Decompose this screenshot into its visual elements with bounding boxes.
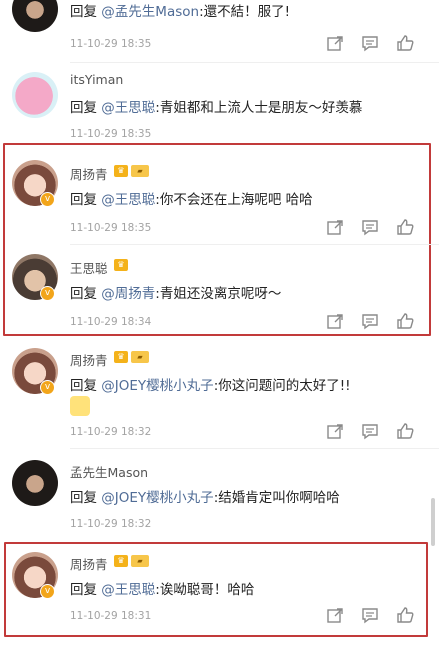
reply-prefix: 回复 bbox=[70, 378, 97, 394]
username[interactable]: 周扬青 bbox=[70, 164, 108, 183]
username[interactable]: 孟先生Mason bbox=[70, 462, 148, 481]
mention-link[interactable]: @孟先生Mason bbox=[101, 4, 199, 20]
comment-5: v 周扬青 ♛ ▰ 回复 @JOEY樱桃小丸子:你这问题问的太好了!! 11-1… bbox=[0, 346, 439, 450]
action-bar bbox=[326, 312, 414, 330]
timestamp: 11-10-29 18:31 bbox=[70, 610, 152, 622]
scrollbar[interactable] bbox=[431, 498, 435, 546]
mention-link[interactable]: @王思聪 bbox=[101, 192, 155, 208]
crown-badge-icon: ♛ bbox=[114, 259, 128, 271]
crown-badge-icon: ♛ bbox=[114, 555, 128, 567]
user-badges: ♛ ▰ bbox=[114, 165, 149, 177]
comment-4: v 王思聪 ♛ 回复 @周扬青:青姐还没离京呢呀～ 11-10-29 18:34 bbox=[0, 252, 439, 332]
divider bbox=[70, 244, 439, 245]
comment-icon[interactable] bbox=[361, 606, 379, 624]
comment-body: :青姐还没离京呢呀～ bbox=[155, 286, 282, 302]
reply-prefix: 回复 bbox=[70, 100, 97, 116]
repost-icon[interactable] bbox=[326, 422, 344, 440]
username[interactable]: itsYiman bbox=[70, 72, 123, 87]
timestamp: 11-10-29 18:35 bbox=[70, 222, 152, 234]
repost-icon[interactable] bbox=[326, 312, 344, 330]
mention-link[interactable]: @王思聪 bbox=[101, 582, 155, 598]
user-badges: ♛ ▰ bbox=[114, 555, 149, 567]
verified-badge-icon: v bbox=[40, 584, 55, 599]
repost-icon[interactable] bbox=[326, 606, 344, 624]
comment-text: 回复 @王思聪:青姐都和上流人士是朋友～好羡慕 bbox=[70, 96, 362, 116]
comment-icon[interactable] bbox=[361, 422, 379, 440]
mention-link[interactable]: @周扬青 bbox=[101, 286, 155, 302]
reply-prefix: 回复 bbox=[70, 192, 97, 208]
comment-text: 回复 @JOEY樱桃小丸子:你这问题问的太好了!! bbox=[70, 374, 351, 394]
reply-prefix: 回复 bbox=[70, 490, 97, 506]
comment-text: 回复 @王思聪:你不会还在上海呢吧 哈哈 bbox=[70, 188, 313, 208]
vip-badge-icon: ▰ bbox=[131, 555, 149, 567]
mention-link[interactable]: @JOEY樱桃小丸子 bbox=[101, 490, 213, 506]
mention-link[interactable]: @JOEY樱桃小丸子 bbox=[101, 378, 213, 394]
action-bar bbox=[326, 218, 414, 236]
timestamp: 11-10-29 18:34 bbox=[70, 316, 152, 328]
verified-badge-icon: v bbox=[40, 192, 55, 207]
crown-badge-icon: ♛ bbox=[114, 165, 128, 177]
user-badges: ♛ bbox=[114, 259, 128, 271]
comment-body: :你这问题问的太好了!! bbox=[213, 378, 351, 394]
comment-text: 回复 @JOEY樱桃小丸子:结婚肯定叫你啊哈哈 bbox=[70, 486, 340, 506]
comment-text: 回复 @孟先生Mason:還不結！服了! bbox=[70, 0, 290, 20]
vip-badge-icon: ▰ bbox=[131, 165, 149, 177]
mention-link[interactable]: @王思聪 bbox=[101, 100, 155, 116]
comment-body: :還不結！服了! bbox=[199, 4, 291, 20]
comment-7: v 周扬青 ♛ ▰ 回复 @王思聪:诶呦聪哥！哈哈 11-10-29 18:31 bbox=[0, 548, 439, 632]
avatar[interactable] bbox=[12, 460, 58, 506]
comment-text: 回复 @周扬青:青姐还没离京呢呀～ bbox=[70, 282, 281, 302]
reply-prefix: 回复 bbox=[70, 286, 97, 302]
action-bar bbox=[326, 606, 414, 624]
repost-icon[interactable] bbox=[326, 218, 344, 236]
timestamp: 11-10-29 18:32 bbox=[70, 426, 152, 438]
comment-6: 孟先生Mason 回复 @JOEY樱桃小丸子:结婚肯定叫你啊哈哈 11-10-2… bbox=[0, 456, 439, 540]
reply-prefix: 回复 bbox=[70, 4, 97, 20]
username[interactable]: 周扬青 bbox=[70, 350, 108, 369]
comment-icon[interactable] bbox=[361, 34, 379, 52]
comment-3: v 周扬青 ♛ ▰ 回复 @王思聪:你不会还在上海呢吧 哈哈 11-10-29 … bbox=[0, 158, 439, 246]
comment-icon[interactable] bbox=[361, 218, 379, 236]
timestamp: 11-10-29 18:35 bbox=[70, 128, 152, 140]
comment-1: 回复 @孟先生Mason:還不結！服了! 11-10-29 18:35 bbox=[0, 0, 439, 56]
like-icon[interactable] bbox=[396, 606, 414, 624]
action-bar bbox=[326, 34, 414, 52]
comment-2: itsYiman 回复 @王思聪:青姐都和上流人士是朋友～好羡慕 11-10-2… bbox=[0, 68, 439, 144]
vip-badge-icon: ▰ bbox=[131, 351, 149, 363]
reply-prefix: 回复 bbox=[70, 582, 97, 598]
emoji-icon bbox=[70, 396, 90, 416]
user-badges: ♛ ▰ bbox=[114, 351, 149, 363]
verified-badge-icon: v bbox=[40, 380, 55, 395]
action-bar bbox=[326, 422, 414, 440]
divider bbox=[70, 448, 439, 449]
comment-text: 回复 @王思聪:诶呦聪哥！哈哈 bbox=[70, 578, 254, 598]
timestamp: 11-10-29 18:32 bbox=[70, 518, 152, 530]
verified-badge-icon: v bbox=[40, 286, 55, 301]
comment-body: :诶呦聪哥！哈哈 bbox=[155, 582, 255, 598]
timestamp: 11-10-29 18:35 bbox=[70, 38, 152, 50]
like-icon[interactable] bbox=[396, 312, 414, 330]
comment-body: :你不会还在上海呢吧 哈哈 bbox=[155, 192, 313, 208]
username[interactable]: 周扬青 bbox=[70, 554, 108, 573]
comment-icon[interactable] bbox=[361, 312, 379, 330]
like-icon[interactable] bbox=[396, 422, 414, 440]
like-icon[interactable] bbox=[396, 218, 414, 236]
repost-icon[interactable] bbox=[326, 34, 344, 52]
like-icon[interactable] bbox=[396, 34, 414, 52]
crown-badge-icon: ♛ bbox=[114, 351, 128, 363]
username[interactable]: 王思聪 bbox=[70, 258, 108, 277]
comment-body: :青姐都和上流人士是朋友～好羡慕 bbox=[155, 100, 363, 116]
avatar[interactable] bbox=[12, 0, 58, 32]
divider bbox=[70, 62, 439, 63]
avatar[interactable] bbox=[12, 72, 58, 118]
comment-body: :结婚肯定叫你啊哈哈 bbox=[213, 490, 340, 506]
